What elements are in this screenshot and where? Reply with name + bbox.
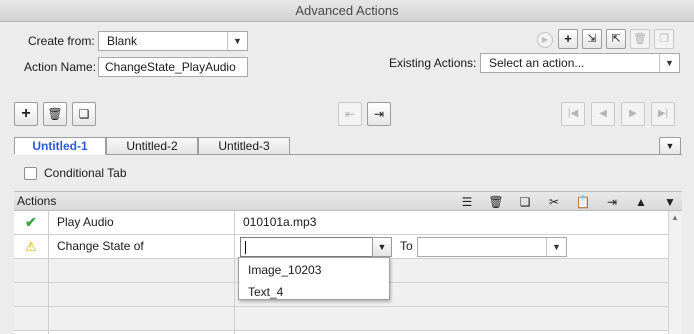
chevron-down-icon: ▼ xyxy=(227,32,247,50)
conditional-tab-label: Conditional Tab xyxy=(44,166,127,180)
conditional-tab-checkbox[interactable] xyxy=(24,167,37,180)
previous-icon[interactable]: ◀ xyxy=(591,102,615,126)
move-up-icon[interactable]: ▲ xyxy=(632,193,650,211)
existing-actions-label: Existing Actions: xyxy=(389,56,477,70)
play-preview-icon[interactable]: ▶ xyxy=(537,32,553,48)
to-label: To xyxy=(400,239,413,253)
window-title: Advanced Actions xyxy=(0,0,694,22)
chevron-down-icon: ▼ xyxy=(659,54,679,72)
tab-untitled-3[interactable]: Untitled-3 xyxy=(198,137,290,155)
action-name-field[interactable]: ChangeState_PlayAudio xyxy=(98,57,248,77)
action-cell: Play Audio xyxy=(57,215,114,229)
tab-untitled-2[interactable]: Untitled-2 xyxy=(106,137,198,155)
scroll-up-icon[interactable]: ▲ xyxy=(671,213,679,222)
import-icon[interactable]: ⇲ xyxy=(582,29,602,49)
state-target-dropdown-list: Image_10203 Text_4 xyxy=(238,257,390,300)
copy-icon[interactable]: ❏ xyxy=(516,193,534,211)
table-row[interactable] xyxy=(14,307,682,331)
state-target-input[interactable] xyxy=(240,237,376,257)
column-divider xyxy=(48,211,49,334)
target-cell: 010101a.mp3 xyxy=(243,215,317,229)
check-icon: ✔ xyxy=(25,214,37,230)
to-state-select[interactable]: ▼ xyxy=(417,237,567,257)
add-action-icon[interactable]: + xyxy=(558,29,578,49)
move-down-icon[interactable]: ▼ xyxy=(661,193,679,211)
column-divider xyxy=(234,211,235,334)
create-from-value: Blank xyxy=(107,34,138,48)
copy-icon[interactable]: ❏ xyxy=(72,102,96,126)
action-cell: Change State of xyxy=(57,239,144,253)
existing-actions-value: Select an action... xyxy=(489,56,585,70)
delete-action-icon[interactable]: 🗑 xyxy=(630,29,650,49)
table-row[interactable]: ✔ Play Audio 010101a.mp3 xyxy=(14,211,682,235)
state-target-dropdown-button[interactable]: ▼ xyxy=(372,237,392,257)
actions-header: Actions ☰ 🗑 ❏ ✂ 📋 ⇥ ▲ ▼ xyxy=(14,191,682,211)
table-row[interactable]: ⚠ Change State of ▼ To ▼ xyxy=(14,235,682,259)
export-icon[interactable]: ⇱ xyxy=(606,29,626,49)
move-decision-left-icon[interactable]: ⇤ xyxy=(338,102,362,126)
action-name-label: Action Name: xyxy=(24,60,97,74)
duplicate-action-icon[interactable]: ❐ xyxy=(654,29,674,49)
create-from-select[interactable]: Blank ▼ xyxy=(98,31,248,51)
chevron-down-icon: ▼ xyxy=(377,242,387,252)
chevron-down-icon: ▼ xyxy=(546,238,566,256)
warning-icon: ⚠ xyxy=(25,239,37,254)
text-caret xyxy=(245,241,246,254)
scrollbar[interactable]: ▲ xyxy=(668,211,682,334)
tab-untitled-1[interactable]: Untitled-1 xyxy=(14,137,106,155)
move-decision-right-icon[interactable]: ⇥ xyxy=(367,102,391,126)
tabs-menu-button[interactable]: ▼ xyxy=(659,137,681,155)
cut-icon[interactable]: ✂ xyxy=(545,193,563,211)
actions-title: Actions xyxy=(17,194,57,208)
dropdown-option[interactable]: Image_10203 xyxy=(248,263,321,277)
chevron-down-icon: ▼ xyxy=(665,141,675,151)
insert-icon[interactable]: ☰ xyxy=(458,193,476,211)
add-icon[interactable]: + xyxy=(14,102,38,126)
create-from-label: Create from: xyxy=(28,34,95,48)
trash-icon[interactable]: 🗑 xyxy=(487,193,505,211)
next-icon[interactable]: ▶ xyxy=(621,102,645,126)
paste-icon[interactable]: 📋 xyxy=(574,193,592,211)
insert-after-icon[interactable]: ⇥ xyxy=(603,193,621,211)
dropdown-option[interactable]: Text_4 xyxy=(248,285,283,299)
trash-icon[interactable]: 🗑 xyxy=(43,102,67,126)
last-icon[interactable]: ▶| xyxy=(651,102,675,126)
first-icon[interactable]: |◀ xyxy=(561,102,585,126)
existing-actions-select[interactable]: Select an action... ▼ xyxy=(480,53,680,73)
